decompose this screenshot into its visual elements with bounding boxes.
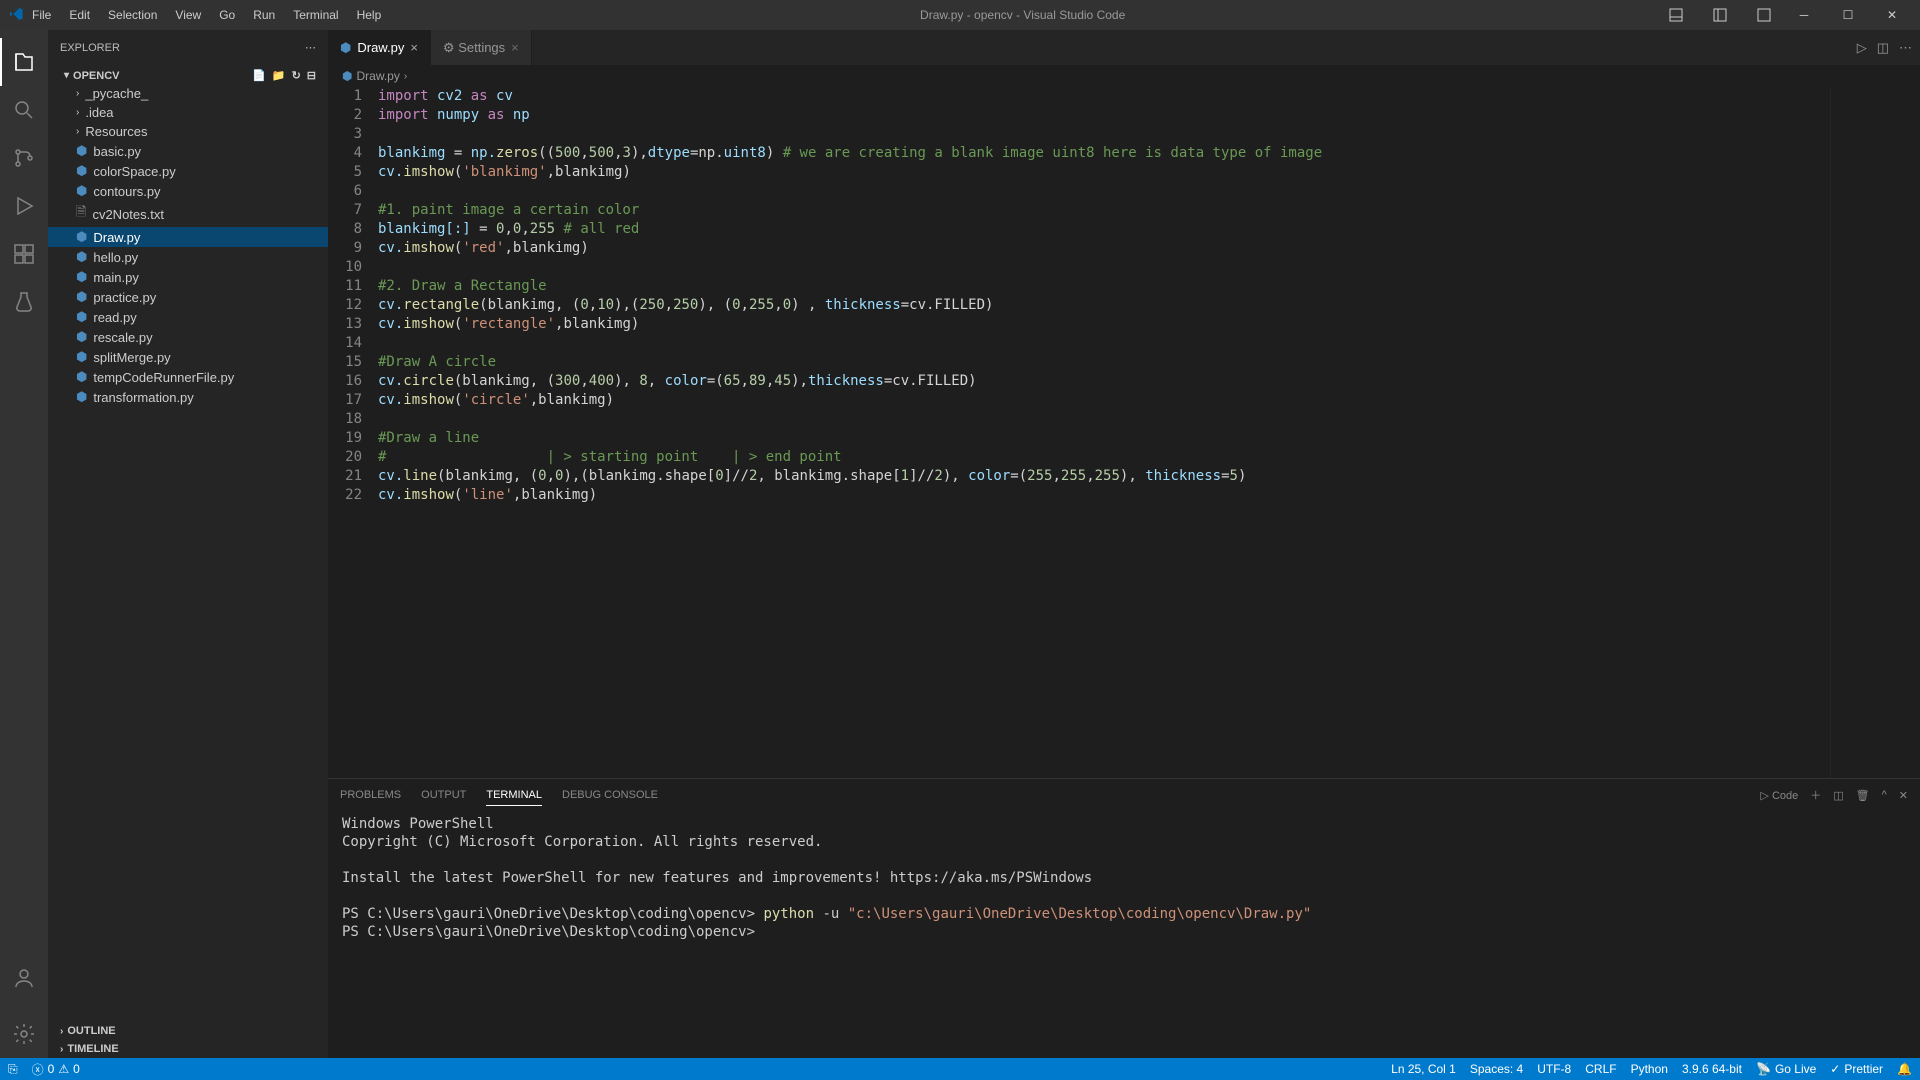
editor-area: ⬢ Draw.py ×⚙ Settings × ▷ ◫ ⋯ ⬢ Draw.py … <box>328 30 1920 1058</box>
statusbar: ⎘ ⓧ 0 ⚠ 0 Ln 25, Col 1 Spaces: 4 UTF-8 C… <box>0 1058 1920 1080</box>
python-interpreter[interactable]: 3.9.6 64-bit <box>1682 1062 1742 1076</box>
split-editor-icon[interactable]: ◫ <box>1877 40 1889 56</box>
tabs-bar: ⬢ Draw.py ×⚙ Settings × ▷ ◫ ⋯ <box>328 30 1920 65</box>
more-actions-icon[interactable]: ⋯ <box>1899 40 1912 56</box>
file-item[interactable]: ⬢ splitMerge.py <box>48 347 328 367</box>
code-editor[interactable]: 12345678910111213141516171819202122 impo… <box>328 87 1920 778</box>
terminal-launch-profile[interactable]: ▷ Code <box>1760 789 1798 802</box>
file-item[interactable]: ⬢ transformation.py <box>48 387 328 407</box>
menu-go[interactable]: Go <box>211 4 243 26</box>
titlebar: FileEditSelectionViewGoRunTerminalHelp D… <box>0 0 1920 30</box>
indentation[interactable]: Spaces: 4 <box>1470 1062 1523 1076</box>
menu-terminal[interactable]: Terminal <box>285 4 346 26</box>
run-icon[interactable]: ▷ <box>1857 40 1867 56</box>
minimap[interactable] <box>1830 87 1920 778</box>
breadcrumb-file: Draw.py <box>356 69 399 83</box>
minimize-icon[interactable]: ─ <box>1784 0 1824 30</box>
window-controls: ─ ☐ ✕ <box>1784 0 1912 30</box>
toggle-sidebar-icon[interactable] <box>1700 0 1740 30</box>
bottom-panel: PROBLEMS OUTPUT TERMINAL DEBUG CONSOLE ▷ Co… <box>328 778 1920 1058</box>
notifications-icon[interactable]: 🔔 <box>1897 1062 1912 1076</box>
language-mode[interactable]: Python <box>1631 1062 1668 1076</box>
window-title: Draw.py - opencv - Visual Studio Code <box>389 8 1656 22</box>
menu-run[interactable]: Run <box>245 4 283 26</box>
menu-view[interactable]: View <box>167 4 209 26</box>
folder-item[interactable]: › .idea <box>48 103 328 122</box>
layout-controls <box>1656 0 1784 30</box>
folder-item[interactable]: › Resources <box>48 122 328 141</box>
new-file-icon[interactable]: 📄 <box>252 69 266 82</box>
search-icon[interactable] <box>0 86 48 134</box>
split-terminal-icon[interactable]: ◫ <box>1833 789 1843 802</box>
file-item[interactable]: ⬢ read.py <box>48 307 328 327</box>
file-item[interactable]: ⬢ contours.py <box>48 181 328 201</box>
sidebar-header: EXPLORER ⋯ <box>48 30 328 65</box>
panel-tab-debug-console[interactable]: DEBUG CONSOLE <box>562 785 658 806</box>
testing-icon[interactable] <box>0 278 48 326</box>
close-panel-icon[interactable]: ✕ <box>1899 789 1908 802</box>
encoding[interactable]: UTF-8 <box>1537 1062 1571 1076</box>
problems-indicator[interactable]: ⓧ 0 ⚠ 0 <box>32 1061 80 1078</box>
file-item[interactable]: ⬢ basic.py <box>48 141 328 161</box>
menu-help[interactable]: Help <box>349 4 390 26</box>
go-live[interactable]: 📡 Go Live <box>1756 1062 1816 1076</box>
breadcrumb[interactable]: ⬢ Draw.py › <box>328 65 1920 87</box>
chevron-down-icon: ▾ <box>64 70 69 81</box>
source-control-icon[interactable] <box>0 134 48 182</box>
refresh-icon[interactable]: ↻ <box>292 69 301 82</box>
close-icon[interactable]: ✕ <box>1872 0 1912 30</box>
terminal[interactable]: Windows PowerShell Copyright (C) Microso… <box>328 811 1920 1058</box>
close-tab-icon[interactable]: × <box>410 40 418 55</box>
extensions-icon[interactable] <box>0 230 48 278</box>
toggle-panel-icon[interactable] <box>1656 0 1696 30</box>
collapse-icon[interactable]: ⊟ <box>307 69 316 82</box>
panel-tab-output[interactable]: OUTPUT <box>421 785 466 806</box>
kill-terminal-icon[interactable]: 🗑 <box>1856 789 1870 802</box>
customize-layout-icon[interactable] <box>1744 0 1784 30</box>
file-item[interactable]: ⬢ Draw.py <box>48 227 328 247</box>
menu-file[interactable]: File <box>24 4 59 26</box>
file-item[interactable]: ⬢ rescale.py <box>48 327 328 347</box>
accounts-icon[interactable] <box>0 954 48 1002</box>
outline-section[interactable]: ›OUTLINE <box>48 1022 328 1040</box>
explorer-icon[interactable] <box>0 38 48 86</box>
menu-selection[interactable]: Selection <box>100 4 165 26</box>
close-tab-icon[interactable]: × <box>511 40 519 55</box>
tab-draw-py[interactable]: ⬢ Draw.py × <box>328 30 431 65</box>
settings-gear-icon[interactable] <box>0 1010 48 1058</box>
file-item[interactable]: 🗎 cv2Notes.txt <box>48 201 328 227</box>
panel-tab-terminal[interactable]: TERMINAL <box>486 785 542 806</box>
timeline-section[interactable]: ›TIMELINE <box>48 1040 328 1058</box>
cursor-position[interactable]: Ln 25, Col 1 <box>1391 1062 1456 1076</box>
menu-edit[interactable]: Edit <box>61 4 98 26</box>
project-name: OPENCV <box>73 70 119 82</box>
activity-bar <box>0 30 48 1058</box>
new-terminal-icon[interactable]: ＋ <box>1810 787 1821 803</box>
eol[interactable]: CRLF <box>1585 1062 1616 1076</box>
vscode-logo-icon <box>8 6 24 25</box>
new-folder-icon[interactable]: 📁 <box>272 69 286 82</box>
file-item[interactable]: ⬢ tempCodeRunnerFile.py <box>48 367 328 387</box>
prettier-status[interactable]: ✓ Prettier <box>1830 1062 1883 1076</box>
remote-indicator[interactable]: ⎘ <box>8 1062 18 1077</box>
maximize-icon[interactable]: ☐ <box>1828 0 1868 30</box>
more-icon[interactable]: ⋯ <box>305 41 316 54</box>
run-debug-icon[interactable] <box>0 182 48 230</box>
tab-settings[interactable]: ⚙ Settings × <box>431 30 532 65</box>
maximize-panel-icon[interactable]: ^ <box>1882 789 1887 801</box>
folder-item[interactable]: › _pycache_ <box>48 84 328 103</box>
file-item[interactable]: ⬢ main.py <box>48 267 328 287</box>
sidebar: EXPLORER ⋯ ▾ OPENCV 📄 📁 ↻ ⊟ › _pycache_›… <box>48 30 328 1058</box>
panel-tab-problems[interactable]: PROBLEMS <box>340 785 401 806</box>
file-item[interactable]: ⬢ practice.py <box>48 287 328 307</box>
panel-tabs: PROBLEMS OUTPUT TERMINAL DEBUG CONSOLE ▷ Co… <box>328 779 1920 811</box>
project-root[interactable]: ▾ OPENCV 📄 📁 ↻ ⊟ <box>48 67 328 84</box>
python-icon: ⬢ <box>342 69 352 83</box>
file-item[interactable]: ⬢ colorSpace.py <box>48 161 328 181</box>
file-item[interactable]: ⬢ hello.py <box>48 247 328 267</box>
sidebar-title: EXPLORER <box>60 42 120 54</box>
menu-bar: FileEditSelectionViewGoRunTerminalHelp <box>24 4 389 26</box>
